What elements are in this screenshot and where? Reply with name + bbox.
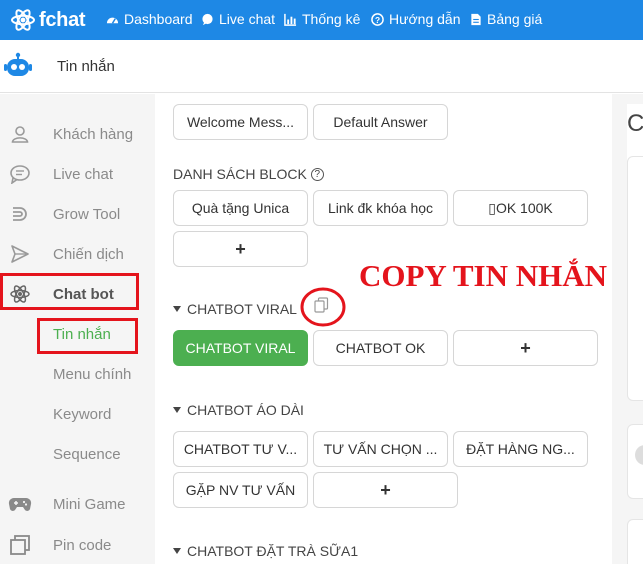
nav-huong-dan[interactable]: ? Hướng dẫn — [371, 0, 460, 38]
dashboard-icon — [106, 17, 119, 24]
block-button[interactable]: ĐẶT HÀNG NG... — [453, 431, 588, 467]
sidebar-item-khach-hang[interactable]: Khách hàng — [0, 116, 155, 152]
nav-live-chat[interactable]: Live chat — [201, 0, 275, 38]
section-title-text: CHATBOT VIRAL — [187, 301, 297, 317]
section-title-text: CHATBOT ĐẶT TRÀ SỮA1 — [187, 543, 359, 559]
nav-dashboard[interactable]: Dashboard — [106, 0, 193, 38]
sidebar-item-label: Chiến dịch — [53, 245, 124, 263]
atom-logo-icon — [11, 9, 35, 31]
right-panel-card-body — [627, 156, 643, 401]
sidebar-subitem-sequence[interactable]: Sequence — [53, 446, 121, 463]
sidebar-item-label: Live chat — [53, 165, 114, 183]
sidebar-item-mini-game[interactable]: Mini Game — [0, 486, 155, 522]
right-panel-card-lower — [627, 424, 643, 499]
right-panel: C — [612, 94, 643, 564]
block-button-active[interactable]: CHATBOT VIRAL — [173, 330, 308, 366]
magnet-icon — [8, 203, 32, 225]
svg-text:?: ? — [375, 14, 380, 24]
section-title-chatbot-tra-sua[interactable]: CHATBOT ĐẶT TRÀ SỮA1 — [173, 543, 358, 559]
right-panel-avatar — [635, 445, 643, 465]
block-button-welcome[interactable]: Welcome Mess... — [173, 104, 308, 140]
document-icon — [471, 13, 481, 25]
block-button[interactable]: GẶP NV TƯ VẤN — [173, 472, 308, 508]
brand-logo[interactable]: fchat — [10, 5, 86, 35]
user-icon — [8, 123, 32, 145]
help-icon[interactable]: ? — [310, 167, 324, 181]
chat-bubble-icon — [202, 13, 213, 25]
right-panel-heading: C — [627, 110, 643, 137]
bar-chart-icon — [284, 13, 297, 26]
sidebar-item-label: Khách hàng — [53, 125, 134, 143]
highlight-tin-nhan — [37, 318, 138, 354]
section-title-block-list: DANH SÁCH BLOCK ? — [173, 166, 324, 182]
nav-bang-gia[interactable]: Bảng giá — [470, 0, 542, 38]
annotation-copy-tin-nhan: COPY TIN NHẮN — [359, 258, 608, 293]
add-block-button[interactable]: + — [173, 231, 308, 267]
block-button[interactable]: TƯ VẤN CHỌN ... — [313, 431, 448, 467]
top-navbar: fchat Dashboard Live chat Thống kê ? Hướ… — [0, 0, 643, 40]
sidebar-item-label: Mini Game — [53, 495, 126, 513]
sidebar-item-label: Grow Tool — [53, 205, 121, 223]
highlight-chat-bot — [0, 273, 139, 310]
sidebar-subitem-keyword[interactable]: Keyword — [53, 406, 111, 423]
nav-thong-ke-label: Thống kê — [302, 11, 361, 27]
nav-dashboard-label: Dashboard — [124, 11, 193, 27]
sidebar-subitem-menu-chinh[interactable]: Menu chính — [53, 366, 131, 383]
sidebar-item-grow-tool[interactable]: Grow Tool — [0, 196, 155, 232]
help-circle-icon: ? — [371, 12, 384, 26]
block-button[interactable]: CHATBOT TƯ V... — [173, 431, 308, 467]
right-panel-card-bottom — [627, 519, 643, 564]
section-title-chatbot-viral[interactable]: CHATBOT VIRAL — [173, 301, 297, 317]
sidebar-item-label: Pin code — [53, 536, 112, 554]
caret-down-icon — [173, 306, 181, 312]
block-button[interactable]: ▯OK 100K — [453, 190, 588, 226]
nav-bang-gia-label: Bảng giá — [487, 11, 543, 27]
section-title-text: DANH SÁCH BLOCK — [173, 166, 307, 182]
page-header: Tin nhắn — [0, 40, 643, 93]
nav-live-chat-label: Live chat — [219, 11, 276, 27]
main-content: Welcome Mess... Default Answer DANH SÁCH… — [155, 94, 612, 564]
sidebar-item-live-chat[interactable]: Live chat — [0, 156, 155, 192]
brand-name: fchat — [39, 8, 86, 31]
sidebar-item-pin-code[interactable]: Pin code — [0, 527, 155, 563]
caret-down-icon — [173, 407, 181, 413]
nav-huong-dan-label: Hướng dẫn — [389, 11, 461, 27]
chat-icon — [8, 163, 32, 185]
help-icon-glyph: ? — [314, 168, 321, 180]
caret-down-icon — [173, 548, 181, 554]
sidebar-item-chien-dich[interactable]: Chiến dịch — [0, 236, 155, 272]
copy-icon — [8, 534, 32, 556]
right-panel-card: C — [627, 104, 643, 164]
add-block-button[interactable]: + — [453, 330, 598, 366]
section-title-chatbot-ao-dai[interactable]: CHATBOT ÁO DÀI — [173, 402, 304, 418]
add-block-button[interactable]: + — [313, 472, 458, 508]
block-button[interactable]: Link đk khóa học — [313, 190, 448, 226]
gamepad-icon — [8, 493, 32, 515]
nav-thong-ke[interactable]: Thống kê — [284, 0, 360, 38]
block-button[interactable]: Quà tặng Unica — [173, 190, 308, 226]
section-title-text: CHATBOT ÁO DÀI — [187, 402, 304, 418]
send-icon — [8, 243, 32, 265]
page-title: Tin nhắn — [57, 58, 115, 75]
robot-icon — [4, 52, 32, 87]
highlight-copy-circle — [300, 287, 346, 327]
block-button[interactable]: CHATBOT OK — [313, 330, 448, 366]
block-button-default-answer[interactable]: Default Answer — [313, 104, 448, 140]
